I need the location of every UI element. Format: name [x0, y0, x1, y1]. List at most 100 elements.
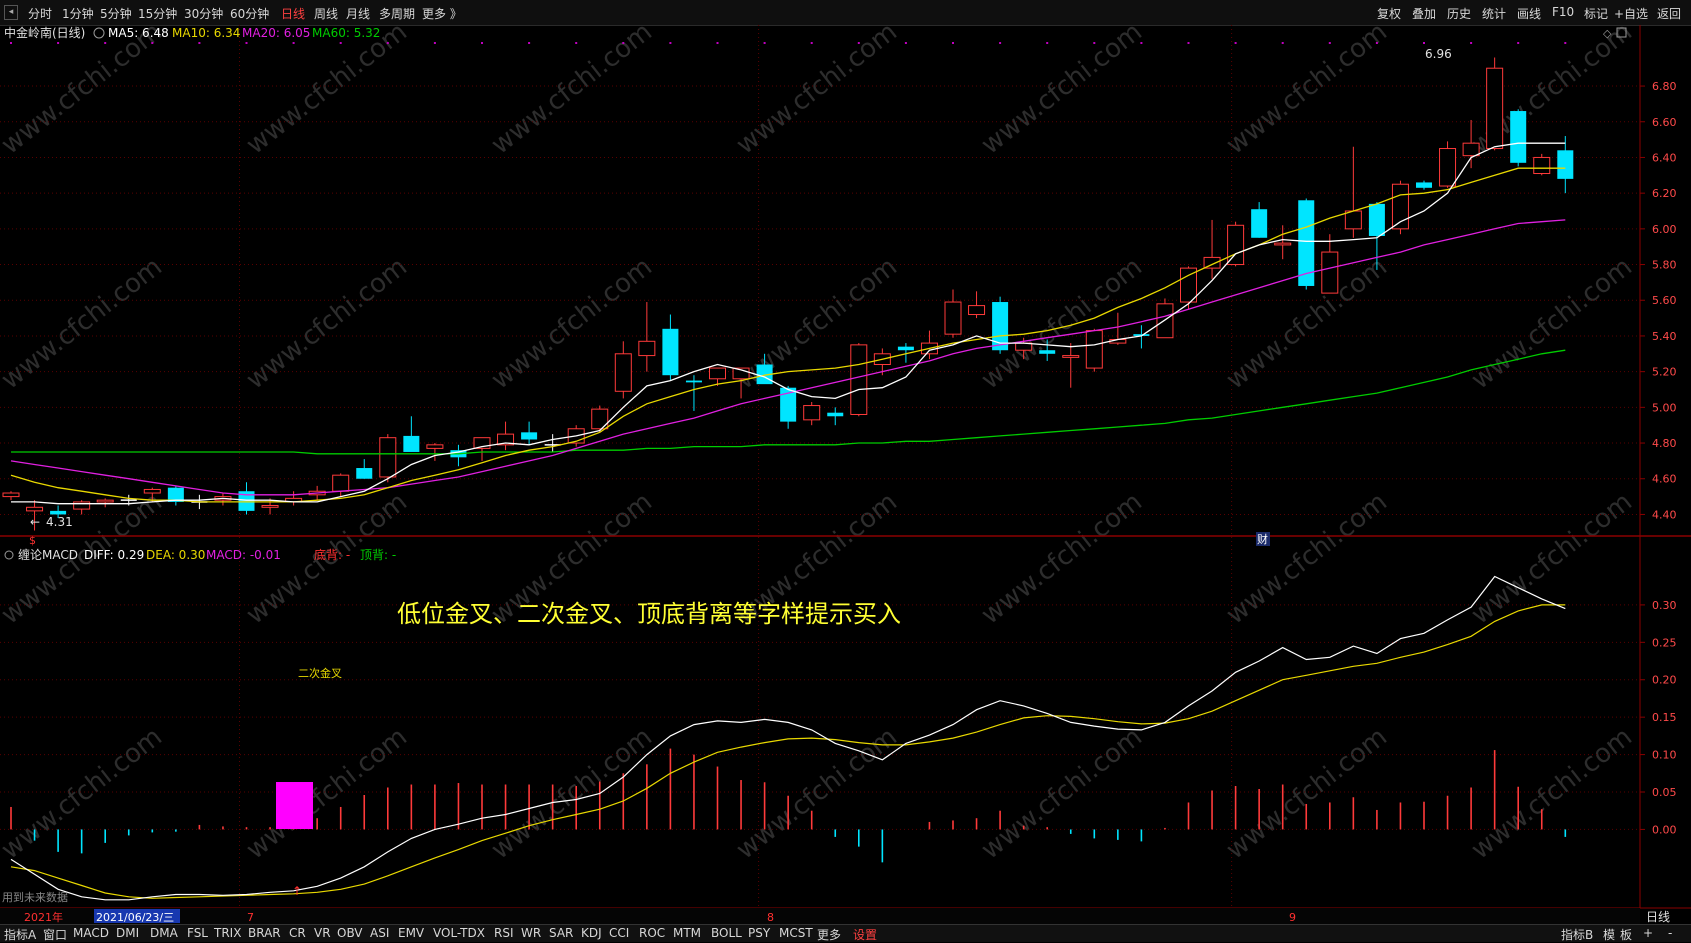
candle-body [356, 468, 373, 479]
indicator-control[interactable]: + [1643, 926, 1653, 940]
period-tab[interactable]: 15分钟 [138, 5, 177, 22]
top-marker [1093, 42, 1096, 44]
top-marker [104, 42, 107, 44]
top-marker [292, 42, 295, 44]
indicator-tab[interactable]: CR [289, 926, 306, 940]
macd-tick-label: 0.00 [1652, 823, 1677, 836]
top-marker [10, 42, 12, 44]
period-tab[interactable]: 1分钟 [62, 5, 94, 22]
period-tab[interactable]: 日线 [281, 5, 305, 22]
indicator-tab[interactable]: 设置 [853, 926, 877, 943]
watermark-text: www.cfchi.com [1466, 722, 1638, 866]
candle-body [1251, 209, 1268, 238]
settings-icon[interactable] [93, 27, 105, 39]
indicator-tab[interactable]: SAR [549, 926, 573, 940]
indicator-tab[interactable]: DMA [150, 926, 178, 940]
top-marker [857, 42, 860, 44]
indicator-tab[interactable]: BRAR [248, 926, 281, 940]
top-marker [1375, 42, 1378, 44]
price-tick-label: 6.60 [1652, 116, 1677, 129]
indicator-control[interactable]: 指标B [1561, 926, 1593, 943]
stock-name: 中金岭南(日线) [4, 25, 85, 40]
watermark-text: www.cfchi.com [1466, 252, 1638, 396]
indicator-tab[interactable]: MACD [73, 926, 109, 940]
buy-signal-annotation: 低位金叉、二次金叉、顶底背离等字样提示买入 [397, 600, 901, 628]
indicator-tab[interactable]: MTM [673, 926, 701, 940]
indicator-tab[interactable]: FSL [187, 926, 208, 940]
period-tab[interactable]: 30分钟 [184, 5, 223, 22]
period-tab[interactable]: 多周期 [379, 5, 415, 22]
collapse-icon[interactable]: ◂ [4, 5, 18, 20]
candle-body [1462, 142, 1480, 157]
indicator-tab[interactable]: OBV [337, 926, 363, 940]
period-tab[interactable]: 更多 》 [422, 5, 462, 22]
indicator-tab[interactable]: EMV [398, 926, 424, 940]
indicator-tab[interactable]: 指标A [4, 926, 36, 943]
period-tab[interactable]: 分时 [28, 5, 52, 22]
bottom-divergence: 底背: - [314, 547, 350, 562]
watermark-text: www.cfchi.com [241, 25, 413, 161]
period-tab[interactable]: 5分钟 [100, 5, 132, 22]
indicator-tab[interactable]: ROC [639, 926, 665, 940]
chart-area[interactable]: www.cfchi.com www.cfchi.com www.cfchi.com w… [0, 25, 1691, 924]
indicator-tab[interactable]: TRIX [214, 926, 241, 940]
toolbar-button[interactable]: 标记 [1584, 5, 1608, 22]
indicator-control[interactable]: 板 [1620, 926, 1632, 943]
top-marker [952, 42, 954, 44]
indicator-tab[interactable]: VOL-TDX [433, 926, 485, 940]
candle-body [521, 432, 538, 440]
price-tick-label: 5.60 [1652, 294, 1677, 307]
watermark-text: www.cfchi.com [241, 252, 413, 396]
macd-settings-icon[interactable] [4, 550, 14, 560]
watermark-text: www.cfchi.com [976, 722, 1148, 866]
toolbar-button[interactable]: 历史 [1447, 5, 1471, 22]
top-divergence: 顶背: - [360, 548, 396, 562]
toolbar-button[interactable]: +自选 [1614, 5, 1648, 22]
period-tab[interactable]: 60分钟 [230, 5, 269, 22]
toolbar-button[interactable]: 复权 [1377, 5, 1401, 22]
candle-body [261, 505, 279, 508]
price-tick-label: 5.80 [1652, 259, 1677, 272]
price-tick-label: 4.60 [1652, 473, 1677, 486]
candle-body [685, 380, 702, 383]
year-label: 2021年 [24, 910, 63, 924]
indicator-control[interactable]: 模 [1603, 926, 1615, 943]
indicator-tab[interactable]: MCST [779, 926, 813, 940]
toolbar-button[interactable]: 统计 [1482, 5, 1506, 22]
indicator-control[interactable]: - [1668, 926, 1672, 940]
watermark-text: www.cfchi.com [486, 252, 658, 396]
price-tick-label: 5.40 [1652, 330, 1677, 343]
golden-cross-block [276, 782, 313, 829]
toolbar-button[interactable]: F10 [1552, 5, 1574, 19]
candle-body [944, 301, 962, 335]
toolbar-button[interactable]: 返回 [1657, 5, 1681, 22]
period-tab[interactable]: 周线 [314, 5, 338, 22]
dea-value: DEA: 0.30 [146, 548, 205, 562]
diamond-icon[interactable]: ◇ [1603, 27, 1612, 40]
indicator-tab[interactable]: WR [521, 926, 541, 940]
candle-body [1557, 150, 1574, 179]
candle-body [1486, 67, 1504, 150]
top-marker [1517, 42, 1520, 44]
indicator-tab[interactable]: DMI [116, 926, 139, 940]
indicator-tab[interactable]: KDJ [581, 926, 602, 940]
indicator-tab[interactable]: BOLL [711, 926, 742, 940]
ma10-value: MA10: 6.34 [172, 26, 240, 40]
candle-body [426, 444, 444, 449]
indicator-tab[interactable]: 更多 [817, 926, 841, 943]
period-tab[interactable]: 月线 [346, 5, 370, 22]
watermark-text: www.cfchi.com [0, 252, 168, 396]
indicator-tab[interactable]: RSI [494, 926, 514, 940]
low-price-arrow: ← [30, 515, 40, 529]
indicator-tab[interactable]: PSY [748, 926, 770, 940]
toolbar-button[interactable]: 叠加 [1412, 5, 1436, 22]
period-label[interactable]: 日线 [1646, 910, 1670, 924]
candle-body [50, 510, 67, 515]
toolbar-button[interactable]: 画线 [1517, 5, 1541, 22]
watermark-text: www.cfchi.com [486, 25, 658, 161]
indicator-tab[interactable]: VR [314, 926, 331, 940]
indicator-tab[interactable]: ASI [370, 926, 389, 940]
indicator-tab[interactable]: 窗口 [43, 926, 67, 943]
indicator-tab[interactable]: CCI [609, 926, 629, 940]
top-marker [1564, 42, 1567, 44]
